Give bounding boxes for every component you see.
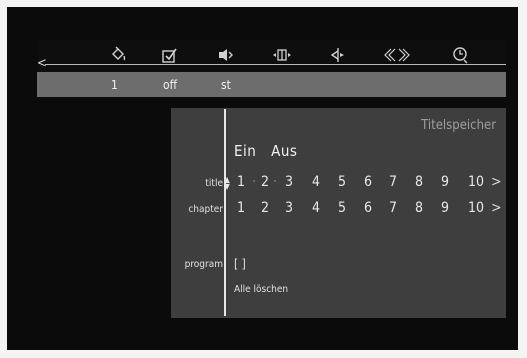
chapter-more-chevron[interactable]: >	[491, 200, 502, 216]
toggle-off-option[interactable]: Aus	[271, 142, 297, 160]
speaker-icon[interactable]	[215, 46, 237, 64]
title-number[interactable]: 10	[466, 174, 486, 190]
panel-title: Titelspeicher	[421, 118, 496, 133]
up-down-arrows-icon: ▲ ▼	[224, 175, 230, 191]
chapter-number[interactable]: 2	[258, 200, 272, 216]
program-row-label: program	[184, 259, 223, 270]
title-number[interactable]: 3	[282, 174, 296, 190]
chapter-number[interactable]: 3	[282, 200, 296, 216]
toolbar-icons-row: <	[37, 40, 506, 72]
angle-icon[interactable]	[327, 46, 349, 64]
title-number[interactable]: 9	[438, 174, 452, 190]
toggle-on-option[interactable]: Ein	[234, 142, 256, 160]
title-more-chevron[interactable]: >	[491, 174, 502, 190]
chapter-number[interactable]: 6	[361, 200, 375, 216]
ab-repeat-icon[interactable]	[271, 46, 293, 64]
title-number[interactable]: 6	[361, 174, 375, 190]
program-list[interactable]: [ ]	[234, 257, 246, 271]
checkbox-icon[interactable]	[159, 46, 181, 64]
title-memory-panel: Titelspeicher Ein Aus title ▲ ▼ 1 · 2 · 3…	[171, 108, 506, 318]
chapter-number[interactable]: 7	[386, 200, 400, 216]
title-number[interactable]: 4	[309, 174, 323, 190]
back-arrow-icon[interactable]: <	[37, 57, 47, 71]
audio-value: 1	[111, 78, 118, 92]
cursor-dot-icon: ·	[273, 177, 277, 187]
chapter-row-label: chapter	[188, 204, 223, 215]
sound-value: st	[221, 78, 231, 92]
title-number[interactable]: 8	[412, 174, 426, 190]
on-off-toggle: Ein Aus	[234, 142, 307, 160]
setup-toolbar: < 1 off st	[37, 40, 506, 97]
chapter-number[interactable]: 8	[412, 200, 426, 216]
clock-icon[interactable]	[449, 46, 471, 64]
title-row-label: title	[205, 178, 223, 189]
chapter-number[interactable]: 4	[309, 200, 323, 216]
osd-screen: < 1 off st Titelspeicher Ein Aus title ▲…	[7, 7, 518, 350]
chapter-number[interactable]: 5	[335, 200, 349, 216]
panel-divider	[224, 109, 226, 316]
title-number[interactable]: 1	[234, 174, 248, 190]
title-number[interactable]: 7	[386, 174, 400, 190]
chapter-number[interactable]: 10	[466, 200, 486, 216]
subtitle-value: off	[163, 78, 178, 92]
chapter-number[interactable]: 9	[438, 200, 452, 216]
title-number[interactable]: 5	[335, 174, 349, 190]
paint-bucket-icon[interactable]	[107, 46, 129, 64]
toolbar-divider	[45, 64, 506, 65]
chapter-number[interactable]: 1	[234, 200, 248, 216]
zoom-icon[interactable]	[383, 46, 411, 64]
clear-all-button[interactable]: Alle löschen	[234, 284, 288, 295]
